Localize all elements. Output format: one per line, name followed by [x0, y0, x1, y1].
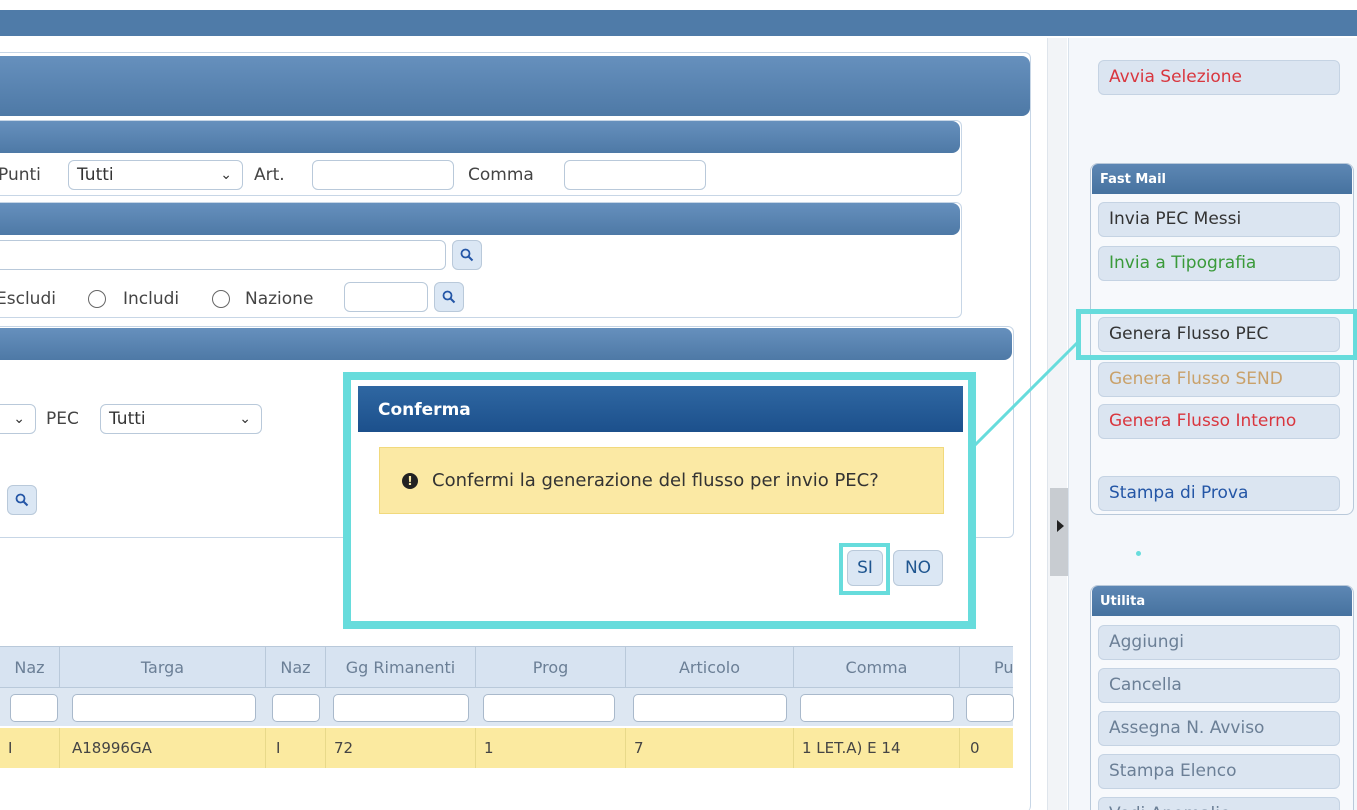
filter-group-2-header [0, 203, 960, 235]
col-header-prog[interactable]: Prog [476, 647, 626, 689]
search-input[interactable] [0, 240, 446, 270]
caret-right-icon[interactable] [1057, 520, 1064, 532]
nazione-label: Nazione [245, 289, 314, 309]
comma-input[interactable] [564, 160, 706, 190]
punti-label: Punti [0, 165, 41, 185]
filter-comma[interactable] [800, 694, 954, 722]
aggiungi-button[interactable]: Aggiungi [1098, 625, 1340, 660]
search-button-3[interactable] [7, 485, 37, 515]
art-label: Art. [254, 165, 285, 185]
exclamation-circle-icon: ! [402, 472, 418, 489]
left-select[interactable]: ⌄ [0, 404, 36, 434]
chevron-down-icon: ⌄ [220, 167, 232, 183]
vedi-anomalie-button[interactable]: Vedi Anomalie [1098, 797, 1340, 810]
col-header-gg-rimanenti[interactable]: Gg Rimanenti [326, 647, 476, 689]
stampa-elenco-button[interactable]: Stampa Elenco [1098, 754, 1340, 789]
invia-pec-messi-button[interactable]: Invia PEC Messi [1098, 202, 1340, 237]
no-button[interactable]: NO [893, 550, 943, 586]
search-button[interactable] [452, 240, 482, 270]
dialog-message: Confermi la generazione del flusso per i… [432, 470, 879, 491]
cell-targa: A18996GA [60, 728, 266, 768]
dialog-title: Conferma [358, 386, 963, 432]
filter-prog[interactable] [483, 694, 615, 722]
art-input[interactable] [312, 160, 454, 190]
search-icon [442, 290, 456, 304]
includi-label: Includi [123, 289, 180, 309]
genera-flusso-pec-highlight [1076, 309, 1357, 360]
pec-select-value: Tutti [109, 409, 146, 429]
col-header-naz[interactable]: Naz [0, 647, 60, 689]
table-header: Naz Targa Naz Gg Rimanenti Prog Articolo… [0, 646, 1014, 689]
cell-comma: 1 LET.A) E 14 [794, 728, 960, 768]
table-row[interactable]: I A18996GA I 72 1 7 1 LET.A) E 14 0 [0, 728, 1013, 768]
stampa-di-prova-button[interactable]: Stampa di Prova [1098, 476, 1340, 511]
punti-select[interactable]: Tutti ⌄ [68, 160, 243, 190]
chevron-down-icon: ⌄ [239, 411, 251, 427]
col-header-targa[interactable]: Targa [60, 647, 266, 689]
col-header-articolo[interactable]: Articolo [626, 647, 794, 689]
fast-mail-header: Fast Mail [1092, 164, 1352, 194]
avvia-selezione-button[interactable]: Avvia Selezione [1098, 60, 1340, 95]
col-header-comma[interactable]: Comma [794, 647, 960, 689]
cell-naz-2: I [266, 728, 326, 768]
filter-naz-2[interactable] [272, 694, 320, 722]
pec-select[interactable]: Tutti ⌄ [100, 404, 262, 434]
filter-targa[interactable] [72, 694, 256, 722]
genera-flusso-send-button[interactable]: Genera Flusso SEND [1098, 362, 1340, 397]
search-icon [460, 248, 474, 262]
panel-splitter[interactable] [1047, 38, 1067, 810]
cell-articolo: 7 [626, 728, 794, 768]
filter-articolo[interactable] [633, 694, 787, 722]
assegna-n-avviso-button[interactable]: Assegna N. Avviso [1098, 711, 1340, 746]
filter-group-1-header [0, 121, 960, 153]
cell-gg-rimanenti: 72 [326, 728, 476, 768]
col-header-pu[interactable]: Pu [960, 647, 1014, 689]
includi-radio[interactable] [88, 290, 106, 308]
filter-group-3-header [0, 328, 1012, 360]
filter-pu[interactable] [966, 694, 1014, 722]
genera-flusso-interno-button[interactable]: Genera Flusso Interno [1098, 404, 1340, 439]
escludi-label: Escludi [0, 289, 56, 309]
cell-prog: 1 [476, 728, 626, 768]
utilita-header: Utilita [1092, 586, 1352, 616]
small-dot-indicator [1136, 551, 1141, 556]
table-filter-row [0, 688, 1014, 726]
invia-tipografia-button[interactable]: Invia a Tipografia [1098, 246, 1340, 281]
nazione-input[interactable] [344, 282, 428, 312]
punti-select-value: Tutti [77, 165, 114, 185]
chevron-down-icon: ⌄ [13, 411, 25, 427]
filter-gg[interactable] [333, 694, 469, 722]
main-panel-header [0, 56, 1030, 116]
comma-label: Comma [468, 165, 534, 185]
pec-label: PEC [46, 409, 79, 429]
cancella-button[interactable]: Cancella [1098, 668, 1340, 703]
yes-button-highlight [839, 543, 890, 595]
search-icon [15, 493, 29, 507]
cell-naz: I [0, 728, 60, 768]
nazione-search-button[interactable] [434, 282, 464, 312]
scrollbar-thumb[interactable] [1050, 488, 1068, 576]
top-bar [0, 10, 1357, 36]
cell-pu: 0 [970, 739, 980, 757]
filter-naz[interactable] [10, 694, 58, 722]
dialog-message-box: ! Confermi la generazione del flusso per… [379, 447, 944, 514]
col-header-naz-2[interactable]: Naz [266, 647, 326, 689]
nazione-radio[interactable] [212, 290, 230, 308]
